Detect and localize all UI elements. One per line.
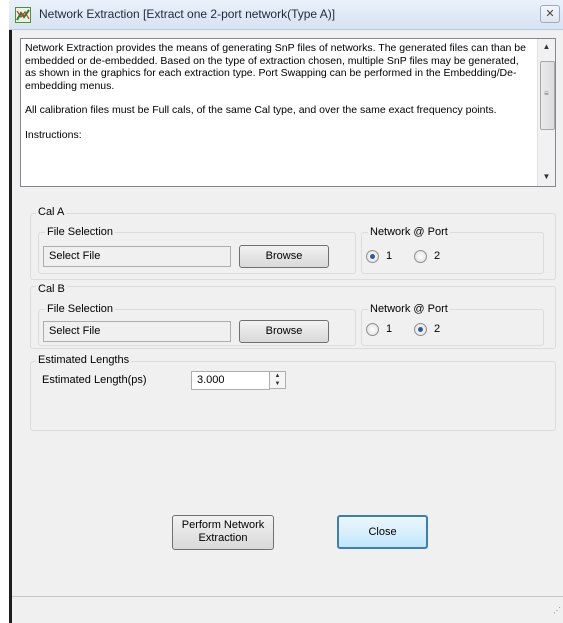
status-separator (12, 596, 563, 597)
cal-a-file-field[interactable]: Select File (43, 246, 231, 267)
estimated-length-spinner[interactable]: ▲ ▼ (269, 371, 286, 389)
cal-b-port1-radio[interactable] (366, 323, 379, 336)
cal-b-browse-button[interactable]: Browse (239, 320, 329, 343)
estimated-length-input[interactable]: 3.000 (191, 371, 270, 390)
estimated-length-label: Estimated Length(ps) (42, 374, 147, 386)
cal-b-port2-radio[interactable] (414, 323, 427, 336)
scroll-grip-icon: ≡ (544, 89, 549, 98)
spin-down-icon[interactable]: ▼ (270, 380, 285, 388)
resize-grip-icon[interactable]: ⋰ (553, 606, 561, 615)
perform-label-line2: Extraction (198, 532, 248, 544)
app-icon (15, 7, 31, 23)
info-paragraph-calibration: All calibration files must be Full cals,… (25, 104, 497, 116)
cal-a-port2-radio[interactable] (414, 250, 427, 263)
cal-b-port1-label: 1 (386, 323, 393, 335)
cal-b-port2-label: 2 (434, 323, 441, 335)
info-paragraph-overview: Network Extraction provides the means of… (25, 42, 526, 92)
estimated-lengths-group (30, 361, 556, 431)
scroll-down-icon[interactable]: ▼ (538, 169, 555, 185)
spin-up-icon[interactable]: ▲ (270, 372, 285, 380)
cal-a-network-port-label: Network @ Port (368, 226, 450, 238)
cal-a-file-selection-label: File Selection (45, 226, 116, 238)
estimated-lengths-label: Estimated Lengths (36, 354, 132, 366)
cal-a-browse-button[interactable]: Browse (239, 245, 329, 268)
info-text: Network Extraction provides the means of… (25, 42, 531, 153)
cal-b-file-field[interactable]: Select File (43, 321, 231, 342)
cal-a-port1-radio[interactable] (366, 250, 379, 263)
cal-a-port2-label: 2 (434, 250, 441, 262)
cal-a-port1-label: 1 (386, 250, 393, 262)
info-paragraph-instructions: Instructions: (25, 128, 82, 141)
close-button[interactable]: Close (337, 515, 428, 549)
cal-b-file-selection-label: File Selection (45, 303, 116, 315)
perform-label-line1: Perform Network (181, 519, 265, 531)
cal-b-label: Cal B (36, 283, 67, 295)
title-bar[interactable]: Network Extraction [Extract one 2-port n… (9, 0, 563, 30)
cal-a-label: Cal A (36, 206, 67, 218)
info-scrollbar[interactable]: ▲ ≡ ▼ (537, 39, 555, 186)
scroll-thumb[interactable]: ≡ (540, 61, 555, 130)
window-close-icon[interactable]: ✕ (540, 5, 560, 23)
cal-b-network-port-label: Network @ Port (368, 303, 450, 315)
scroll-up-icon[interactable]: ▲ (538, 39, 555, 55)
window-title: Network Extraction [Extract one 2-port n… (39, 7, 336, 21)
info-textbox[interactable]: Network Extraction provides the means of… (20, 38, 556, 187)
perform-network-extraction-button[interactable]: Perform Network Extraction (172, 515, 274, 550)
